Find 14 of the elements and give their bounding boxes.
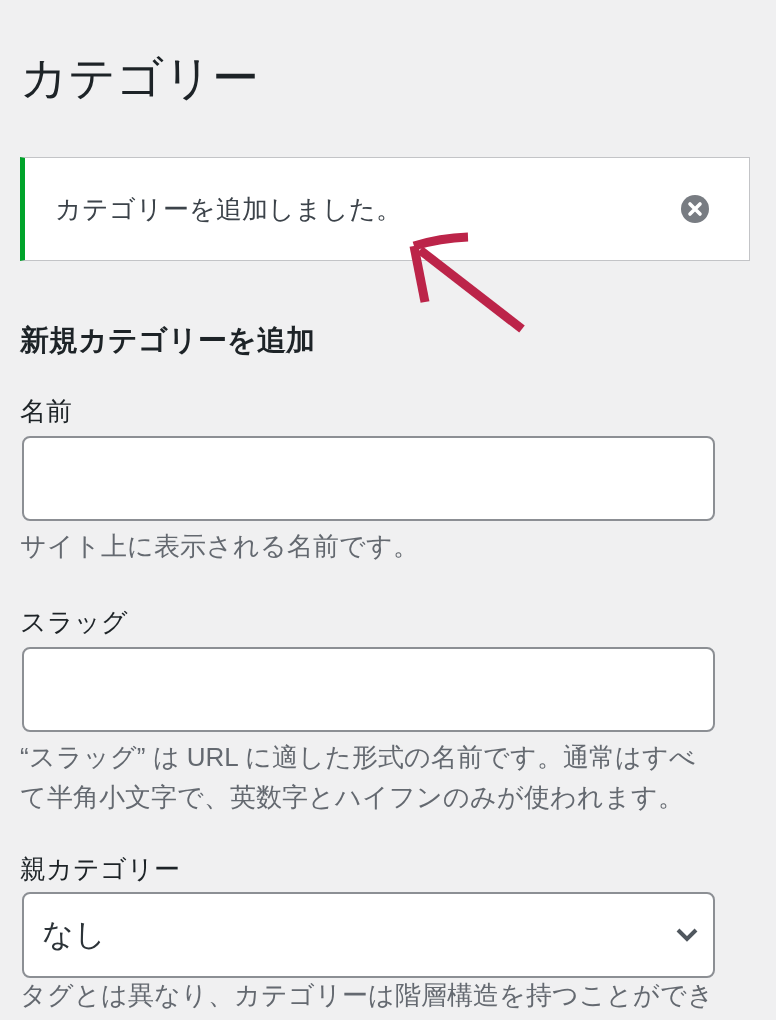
field-label: 名前 <box>20 395 73 427</box>
field-description: サイト上に表示される名前です。 <box>20 530 420 563</box>
field-label: 親カテゴリー <box>20 853 181 885</box>
chevron-down-icon <box>675 927 699 943</box>
text-input-field[interactable] <box>22 436 715 521</box>
close-icon[interactable] <box>681 195 709 223</box>
notice-message: カテゴリーを追加しました。 <box>55 193 402 226</box>
page-title: カテゴリー <box>20 50 260 106</box>
text-input-field[interactable] <box>22 647 715 732</box>
section-heading: 新規カテゴリーを追加 <box>20 323 316 357</box>
dropdown-select[interactable]: なし <box>22 892 715 978</box>
field-label: スラッグ <box>20 606 129 638</box>
field-description: タグとは異なり、カテゴリーは階層構造を持つことができ <box>20 980 715 1010</box>
field-description: “スラッグ” は URL に適した形式の名前です。通常はすべて半角小文字で、英数字とハイフンのみが使われます。 <box>20 741 698 814</box>
